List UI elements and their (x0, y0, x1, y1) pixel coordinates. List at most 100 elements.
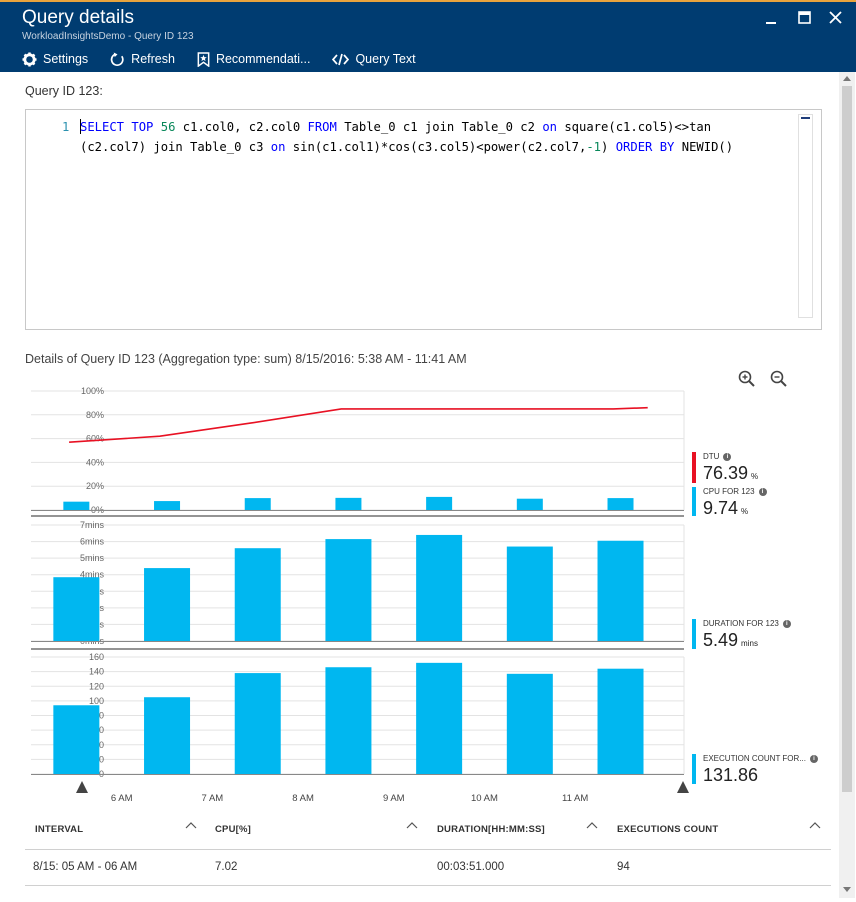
x-tick-label: 8 AM (292, 793, 314, 804)
y-tick-label: 5mins (80, 553, 105, 563)
info-icon[interactable]: i (782, 620, 791, 628)
info-icon[interactable]: i (809, 755, 818, 763)
duration-bar (144, 568, 191, 641)
y-tick-label: 100% (81, 386, 104, 396)
legend-duration-name: DURATION FOR 123 (703, 619, 779, 628)
cpu-bar (335, 497, 362, 510)
code-text: sin(c1.col1)*cos(c3.col5)<power(c2.col7, (285, 140, 587, 154)
cpu-bar (63, 501, 90, 510)
duration-bar (325, 539, 372, 641)
query-id-label: Query ID 123: (25, 84, 103, 98)
legend-duration-number: 5.49 (703, 630, 739, 650)
query-editor[interactable]: 1 SELECT TOP 56 c1.col0, c2.col0 FROM Ta… (25, 109, 822, 330)
settings-button[interactable]: Settings (22, 51, 88, 67)
refresh-label: Refresh (131, 52, 175, 66)
cpu-bar (244, 498, 271, 510)
info-icon[interactable]: i (758, 488, 767, 496)
code-text: NEWID() (674, 140, 734, 154)
legend-duration-unit: mins (741, 639, 758, 648)
y-tick-label: 160 (89, 652, 104, 662)
column-header-interval[interactable]: INTERVAL (35, 824, 83, 835)
executions-bar (325, 667, 372, 774)
column-header-cpu[interactable]: CPU[%] (215, 824, 251, 835)
y-tick-label: 6mins (80, 537, 105, 547)
info-icon[interactable]: i (723, 453, 732, 461)
duration-bar (506, 546, 553, 641)
duration-bar (416, 534, 463, 641)
y-tick-label: 60% (86, 434, 104, 444)
recommendations-label: Recommendati... (215, 52, 311, 66)
blade-title: Query details (22, 7, 134, 28)
sort-asc-icon[interactable] (809, 820, 821, 830)
y-tick-label: 40% (86, 457, 104, 467)
code-text: c1.col0, c2.col0 (175, 120, 308, 134)
page-scrollbar[interactable] (839, 72, 855, 898)
zoom-out-icon (770, 370, 787, 387)
x-tick-label: 10 AM (471, 793, 498, 804)
legend-dtu-value: 76.39% (703, 463, 758, 484)
line-number: 1 (62, 120, 70, 134)
refresh-icon (110, 51, 124, 66)
executions-bar (53, 705, 100, 774)
cpu-bar (516, 498, 543, 510)
zoom-out-button[interactable] (770, 370, 788, 388)
dtu-line (69, 406, 648, 443)
sort-asc-icon[interactable] (586, 820, 598, 830)
code-keyword: SELECT (80, 120, 125, 134)
legend-dtu-name: DTU (703, 452, 720, 461)
query-text-button[interactable]: Query Text (332, 52, 416, 66)
executions-bar (234, 673, 281, 774)
code-number: -1 (586, 140, 601, 154)
zoom-in-button[interactable] (738, 370, 756, 388)
y-tick-label: 100 (89, 696, 104, 706)
legend-executions-value: 131.86 (703, 765, 758, 786)
minimize-button[interactable] (762, 11, 780, 29)
close-button[interactable] (826, 11, 844, 29)
query-code[interactable]: SELECT TOP 56 c1.col0, c2.col0 FROM Tabl… (80, 117, 790, 157)
query-metrics-chart: 0%20%40%60%80%100%0mins1mins2mins3mins4m… (31, 386, 689, 804)
legend-cpu-number: 9.74 (703, 498, 739, 518)
cell-executions: 94 (617, 861, 630, 873)
legend-dtu-unit: % (751, 472, 759, 481)
sort-asc-icon[interactable] (406, 820, 418, 830)
legend-cpu-value: 9.74% (703, 498, 748, 519)
code-number: 56 (160, 120, 176, 134)
column-header-duration[interactable]: DURATION[HH:MM:SS] (437, 824, 545, 835)
legend-executions-swatch (692, 754, 696, 784)
legend-dtu-label: DTU i (703, 452, 732, 461)
cpu-bar (426, 496, 453, 510)
sort-asc-icon[interactable] (185, 820, 197, 830)
y-tick-label: 20% (86, 481, 104, 491)
column-header-executions[interactable]: EXECUTIONS COUNT (617, 824, 718, 835)
legend-executions-label: EXECUTION COUNT FOR... i (703, 754, 818, 763)
cell-duration: 00:03:51.000 (437, 861, 505, 873)
close-icon (828, 11, 842, 24)
recommendations-button[interactable]: Recommendati... (197, 51, 311, 67)
table-row[interactable]: 8/15: 05 AM - 06 AM 7.02 00:03:51.000 94 (25, 851, 831, 886)
refresh-button[interactable]: Refresh (110, 51, 175, 67)
cell-interval: 8/15: 05 AM - 06 AM (33, 861, 138, 873)
cell-cpu: 7.02 (215, 861, 238, 873)
code-icon (332, 53, 350, 65)
minimize-icon (766, 22, 776, 24)
editor-scroll-thumb[interactable] (801, 117, 810, 119)
range-start-handle-icon (76, 781, 88, 793)
maximize-button[interactable] (795, 11, 813, 29)
executions-bar (416, 662, 463, 774)
executions-bar (144, 697, 191, 774)
page-scroll-thumb[interactable] (842, 86, 852, 792)
blade-header: Query details WorkloadInsightsDemo - Que… (0, 0, 856, 72)
legend-cpu-swatch (692, 487, 696, 516)
y-tick-label: 140 (89, 667, 104, 677)
bookmark-star-icon (197, 51, 210, 67)
scroll-up-arrow-icon[interactable] (843, 76, 851, 81)
gear-icon (22, 51, 37, 67)
blade-subtitle: WorkloadInsightsDemo - Query ID 123 (22, 31, 194, 42)
cpu-bar (607, 498, 634, 510)
scroll-down-arrow-icon[interactable] (843, 887, 851, 892)
legend-duration-swatch (692, 619, 696, 649)
x-tick-label: 9 AM (383, 793, 405, 804)
editor-scrollbar[interactable] (798, 114, 813, 318)
table-header: INTERVAL CPU[%] DURATION[HH:MM:SS] EXECU… (25, 812, 831, 850)
toolbar: Settings Refresh Recommendati... Query T… (22, 49, 438, 69)
